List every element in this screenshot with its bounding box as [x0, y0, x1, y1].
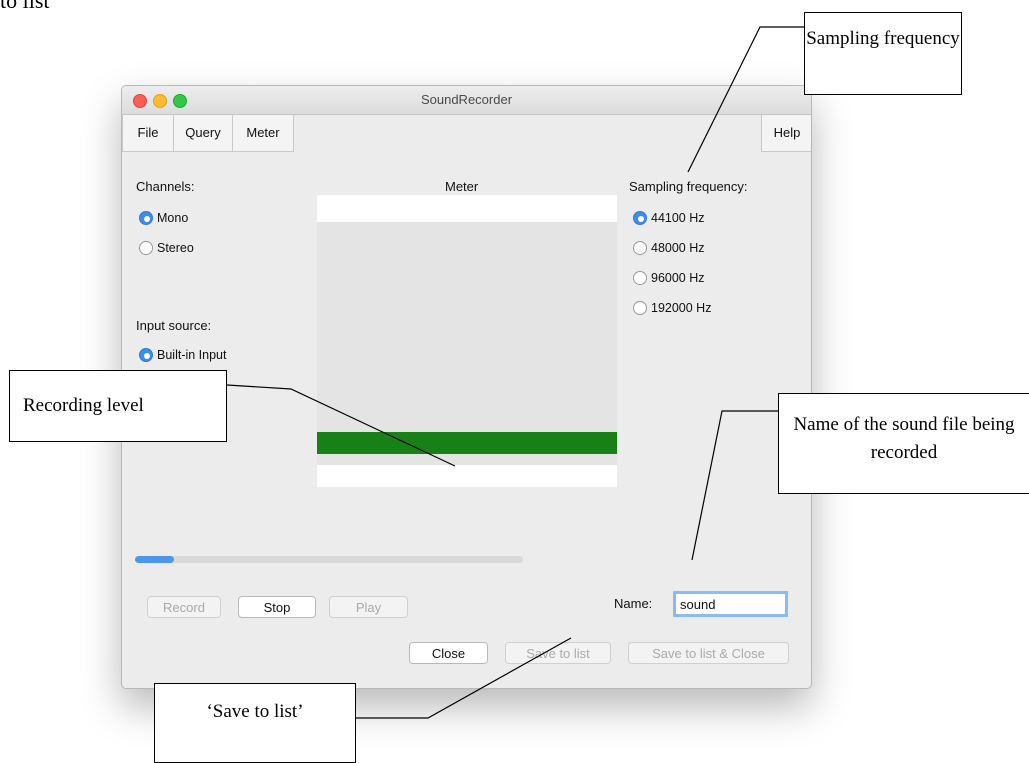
input-builtin-radio[interactable]: Built-in Input	[139, 348, 226, 362]
menu-file[interactable]: File	[122, 115, 174, 152]
channel-stereo-radio[interactable]: Stereo	[139, 241, 194, 255]
callout-recording-level: Recording level	[9, 370, 227, 442]
radio-unselected-icon	[139, 241, 153, 255]
window-title: SoundRecorder	[420, 92, 513, 107]
menu-meter[interactable]: Meter	[232, 115, 294, 152]
callout-sound-file-name: Name of the sound file being recorded	[778, 393, 1029, 494]
sampling-48000-radio[interactable]: 48000 Hz	[633, 241, 705, 255]
radio-unselected-icon	[633, 271, 647, 285]
progress-fill	[135, 556, 174, 563]
stop-button[interactable]: Stop	[238, 596, 316, 618]
recording-level-bar	[317, 432, 617, 454]
name-label: Name:	[614, 596, 653, 611]
radio-selected-icon	[633, 211, 647, 225]
save-to-list-and-close-button[interactable]: Save to list & Close	[628, 642, 789, 664]
play-button[interactable]: Play	[329, 596, 408, 618]
menu-help[interactable]: Help	[761, 115, 811, 152]
sampling-44100-radio[interactable]: 44100 Hz	[633, 211, 705, 225]
menu-bar: File Query Meter Help	[122, 115, 811, 152]
input-builtin-label: Built-in Input	[157, 348, 227, 362]
level-meter	[317, 195, 617, 487]
meter-label: Meter	[445, 179, 479, 194]
radio-unselected-icon	[633, 241, 647, 255]
meter-background	[317, 222, 617, 465]
menu-query[interactable]: Query	[173, 115, 233, 152]
channels-label: Channels:	[136, 179, 195, 194]
recording-progress-bar	[135, 556, 523, 563]
close-button[interactable]: Close	[409, 642, 488, 664]
sampling-44100-label: 44100 Hz	[651, 211, 705, 225]
radio-unselected-icon	[633, 301, 647, 315]
channel-mono-radio[interactable]: Mono	[139, 211, 188, 225]
title-bar: SoundRecorder	[122, 86, 811, 115]
sampling-192000-label: 192000 Hz	[651, 301, 712, 315]
sampling-frequency-label: Sampling frequency:	[629, 179, 748, 194]
callout-sampling-frequency: Sampling frequency	[804, 12, 962, 95]
radio-selected-icon	[139, 348, 153, 362]
save-to-list-button[interactable]: Save to list	[505, 642, 611, 664]
sampling-48000-label: 48000 Hz	[651, 241, 705, 255]
document-text-fragment: to list	[0, 0, 50, 13]
sampling-192000-radio[interactable]: 192000 Hz	[633, 301, 711, 315]
record-button[interactable]: Record	[147, 596, 221, 618]
radio-selected-icon	[139, 211, 153, 225]
callout-save-to-list: ‘Save to list’	[154, 683, 356, 763]
channel-stereo-label: Stereo	[157, 241, 194, 255]
sampling-96000-label: 96000 Hz	[651, 271, 705, 285]
sampling-96000-radio[interactable]: 96000 Hz	[633, 271, 705, 285]
channel-mono-label: Mono	[157, 211, 189, 225]
name-input[interactable]	[673, 591, 788, 617]
input-source-label: Input source:	[136, 318, 212, 333]
